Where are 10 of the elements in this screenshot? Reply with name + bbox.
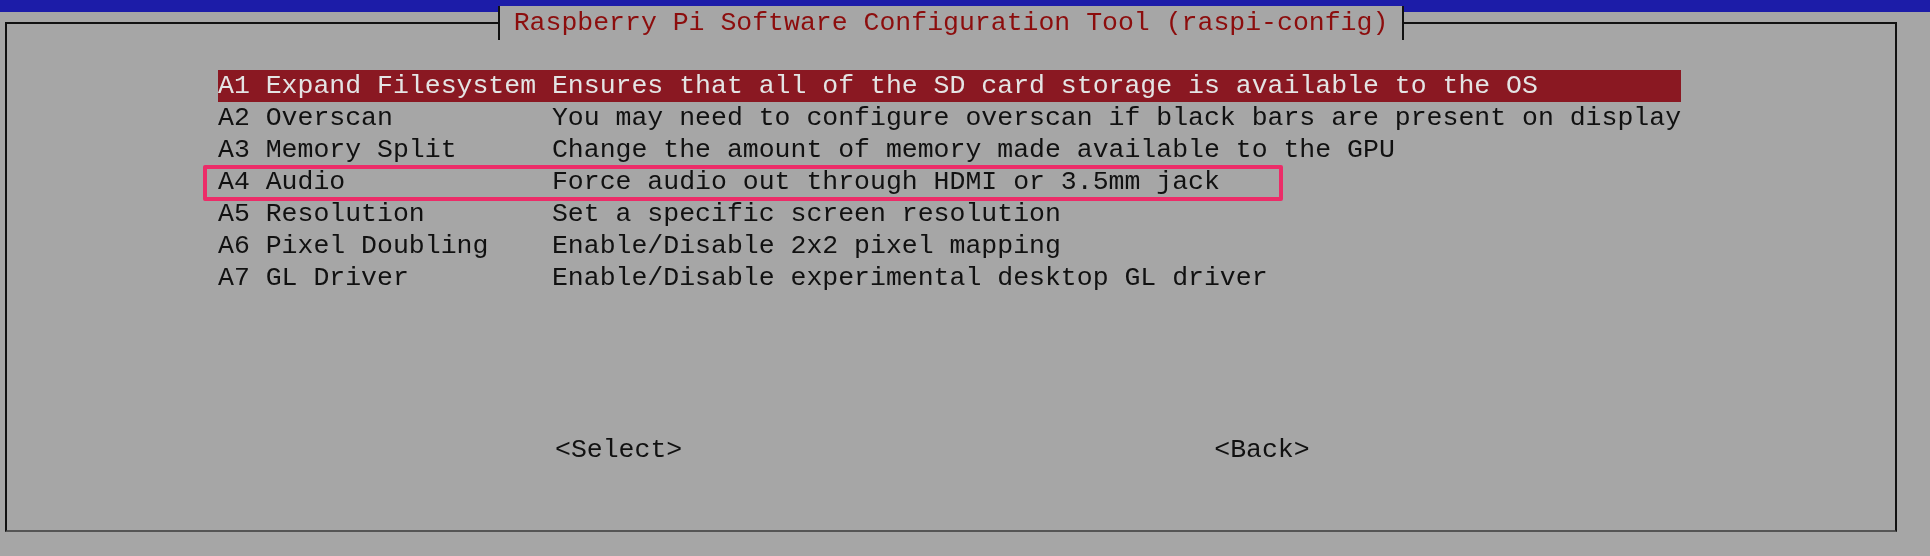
menu-item[interactable]: A6 Pixel Doubling Enable/Disable 2x2 pixel mapping	[218, 230, 1682, 262]
menu-item[interactable]: A1 Expand Filesystem Ensures that all of the SD card storage is available to the OS	[218, 70, 1682, 102]
menu-item[interactable]: A5 Resolution Set a specific screen resolution	[218, 198, 1682, 230]
dialog-button[interactable]: <Back>	[1214, 434, 1310, 466]
menu-item[interactable]: A3 Memory Split Change the amount of memory made available to the GPU	[218, 134, 1682, 166]
menu-item[interactable]: A2 Overscan You may need to configure overscan if black bars are present on display	[218, 102, 1682, 134]
dialog-button[interactable]: <Select>	[555, 434, 683, 466]
menu-item[interactable]: A7 GL Driver Enable/Disable experimental desktop GL driver	[218, 262, 1682, 294]
menu-item[interactable]: A4 Audio Force audio out through HDMI or 3.5mm jack	[218, 166, 1682, 198]
dialog-title: Raspberry Pi Software Configuration Tool (raspi-config)	[497, 6, 1405, 40]
